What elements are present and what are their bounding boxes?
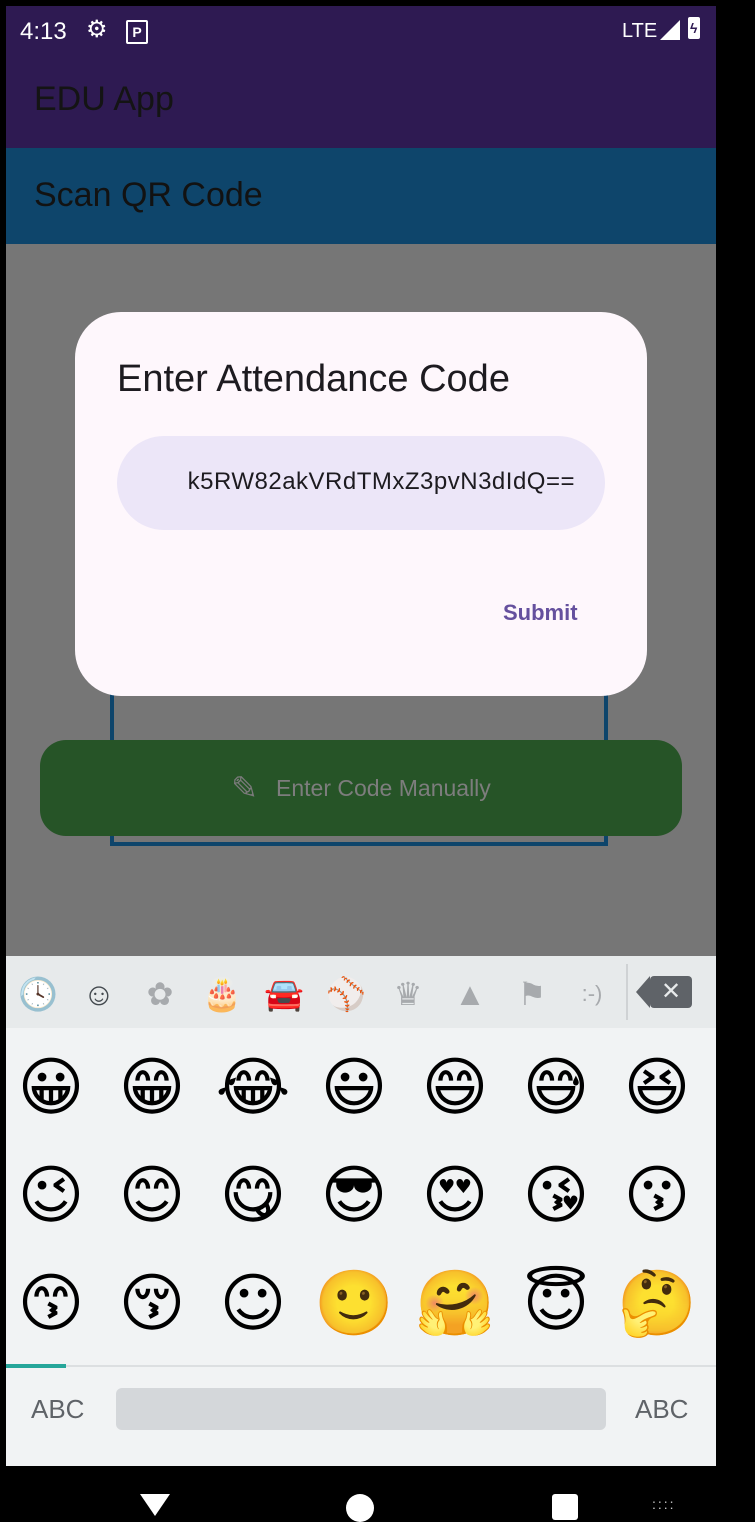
- home-icon[interactable]: [346, 1494, 374, 1522]
- enter-code-manually-label: Enter Code Manually: [276, 774, 491, 801]
- emoji-laughing[interactable]: 😆: [607, 1038, 707, 1138]
- keyboard-switch-icon[interactable]: ::::: [652, 1496, 676, 1512]
- phone-screen: 4:13 ⚙ P LTE ϟ EDU App Scan QR Code ✎ En…: [6, 6, 716, 1466]
- page-title: Scan QR Code: [34, 176, 263, 214]
- pencil-icon: ✎: [231, 770, 258, 806]
- parking-icon: P: [126, 20, 148, 44]
- scan-header: Scan QR Code: [6, 148, 716, 244]
- emoticon-icon[interactable]: :-): [572, 974, 612, 1014]
- emoji-thinking[interactable]: 🤔: [607, 1254, 707, 1354]
- back-icon[interactable]: [140, 1494, 170, 1516]
- emoji-relaxed[interactable]: ☺: [203, 1254, 303, 1354]
- abc-key-right[interactable]: ABC: [635, 1394, 688, 1425]
- flower-icon[interactable]: ✿: [140, 974, 180, 1014]
- network-type: LTE: [622, 20, 658, 42]
- emoji-kissing-heart[interactable]: 😘: [506, 1146, 606, 1246]
- emoji-tears-of-joy[interactable]: 😂: [203, 1038, 303, 1138]
- emoji-beaming[interactable]: 😁: [102, 1038, 202, 1138]
- page-indicator: [6, 1364, 66, 1368]
- triangle-icon[interactable]: ▲: [450, 974, 490, 1014]
- abc-key-left[interactable]: ABC: [31, 1394, 84, 1425]
- smileys-icon[interactable]: ☺: [79, 974, 119, 1014]
- emoji-kissing-smiling-eyes[interactable]: 😙: [6, 1254, 101, 1354]
- car-icon[interactable]: 🚘: [264, 974, 304, 1014]
- emoji-slight-smile[interactable]: 🙂: [304, 1254, 404, 1354]
- page-indicator-track: [6, 1365, 716, 1367]
- emoji-keyboard: 🕓 ☺ ✿ 🎂 🚘 ⚾ ♛ ▲ ⚑ :-) ✕ 😀 😁 😂 😃 😄 😅 😆 😉 …: [6, 956, 716, 1466]
- navigation-bar: ::::: [0, 1466, 755, 1522]
- crown-icon[interactable]: ♛: [388, 974, 428, 1014]
- status-time: 4:13: [20, 18, 67, 45]
- emoji-wink[interactable]: 😉: [6, 1146, 101, 1246]
- status-bar: 4:13 ⚙ P LTE ϟ: [6, 6, 716, 56]
- emoji-kissing[interactable]: 😗: [607, 1146, 707, 1246]
- recent-icon[interactable]: 🕓: [18, 974, 58, 1014]
- submit-button[interactable]: Submit: [495, 596, 586, 630]
- enter-code-manually-button[interactable]: ✎ Enter Code Manually: [40, 740, 682, 836]
- emoji-smiley[interactable]: 😃: [304, 1038, 404, 1138]
- app-bar: EDU App: [6, 56, 716, 148]
- gear-icon: ⚙: [86, 16, 108, 43]
- battery-charging-icon: ϟ: [688, 17, 700, 39]
- emoji-kissing-closed-eyes[interactable]: 😚: [102, 1254, 202, 1354]
- recent-apps-icon[interactable]: [552, 1494, 578, 1520]
- emoji-sunglasses[interactable]: 😎: [304, 1146, 404, 1246]
- emoji-grinning[interactable]: 😀: [6, 1038, 101, 1138]
- emoji-sweat-smile[interactable]: 😅: [506, 1038, 606, 1138]
- emoji-yum[interactable]: 😋: [203, 1146, 303, 1246]
- emoji-hugging[interactable]: 🤗: [405, 1254, 505, 1354]
- dialog-title: Enter Attendance Code: [117, 358, 510, 400]
- app-title: EDU App: [34, 80, 174, 118]
- ball-icon[interactable]: ⚾: [326, 974, 366, 1014]
- category-divider: [626, 964, 628, 1020]
- emoji-category-bar: 🕓 ☺ ✿ 🎂 🚘 ⚾ ♛ ▲ ⚑ :-) ✕: [6, 956, 716, 1028]
- attendance-code-input[interactable]: k5RW82akVRdTMxZ3pvN3dIdQ==: [117, 436, 605, 530]
- signal-icon: [660, 20, 680, 40]
- attendance-code-value: k5RW82akVRdTMxZ3pvN3dIdQ==: [187, 468, 575, 495]
- attendance-code-dialog: Enter Attendance Code k5RW82akVRdTMxZ3pv…: [75, 312, 647, 696]
- emoji-grid: 😀 😁 😂 😃 😄 😅 😆 😉 😊 😋 😎 😍 😘 😗 😙 😚 ☺ 🙂 🤗 😇 …: [6, 1032, 716, 1362]
- emoji-smile[interactable]: 😄: [405, 1038, 505, 1138]
- cake-icon[interactable]: 🎂: [202, 974, 242, 1014]
- flag-icon[interactable]: ⚑: [512, 974, 552, 1014]
- emoji-blush[interactable]: 😊: [102, 1146, 202, 1246]
- emoji-heart-eyes[interactable]: 😍: [405, 1146, 505, 1246]
- emoji-innocent[interactable]: 😇: [506, 1254, 606, 1354]
- space-bar[interactable]: [116, 1388, 606, 1430]
- backspace-icon[interactable]: ✕: [636, 976, 692, 1008]
